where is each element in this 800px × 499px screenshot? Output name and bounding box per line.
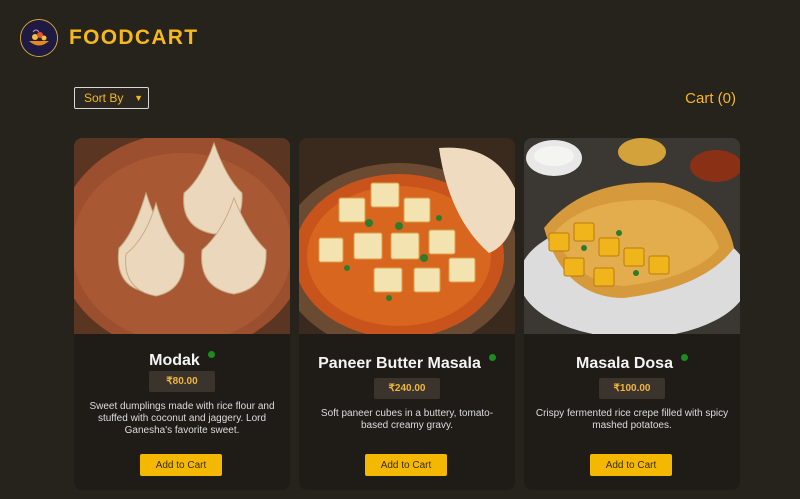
product-name-row: Modak [74, 351, 290, 370]
masala-dosa-image [524, 138, 740, 334]
food-bowl-icon [21, 20, 57, 56]
sort-by-label: Sort By [84, 91, 124, 105]
product-grid: Modak ₹80.00 Sweet dumplings made with r… [74, 138, 740, 499]
paneer-butter-masala-image [299, 138, 515, 334]
sort-by-select[interactable]: Sort By ▼ [74, 87, 149, 109]
product-price: ₹240.00 [374, 378, 440, 399]
product-name: Paneer Butter Masala [318, 355, 481, 372]
product-name: Masala Dosa [576, 355, 673, 372]
product-name-row: Masala Dosa [524, 354, 740, 373]
chevron-down-icon: ▼ [134, 93, 143, 103]
add-to-cart-button[interactable]: Add to Cart [590, 454, 672, 476]
product-description: Crispy fermented rice crepe filled with … [535, 408, 729, 431]
product-description: Sweet dumplings made with rice flour and… [89, 401, 275, 436]
product-description: Soft paneer cubes in a buttery, tomato-b… [320, 408, 494, 431]
product-price: ₹100.00 [599, 378, 665, 399]
brand-name[interactable]: FOODCART [69, 26, 198, 50]
brand-logo[interactable] [20, 19, 58, 57]
veg-indicator-icon [207, 351, 215, 358]
product-card: Paneer Butter Masala ₹240.00 Soft paneer… [299, 138, 515, 490]
product-card: Masala Dosa ₹100.00 Crispy fermented ric… [524, 138, 740, 490]
add-to-cart-button[interactable]: Add to Cart [365, 454, 447, 476]
modak-image [74, 138, 290, 334]
veg-indicator-icon [488, 354, 496, 361]
product-name: Modak [149, 352, 200, 369]
app-header: FOODCART [20, 18, 198, 58]
product-name-row: Paneer Butter Masala [299, 354, 515, 373]
add-to-cart-button[interactable]: Add to Cart [140, 454, 222, 476]
cart-link[interactable]: Cart (0) [685, 90, 736, 107]
product-card: Modak ₹80.00 Sweet dumplings made with r… [74, 138, 290, 490]
veg-indicator-icon [680, 354, 688, 361]
product-price: ₹80.00 [149, 371, 215, 392]
